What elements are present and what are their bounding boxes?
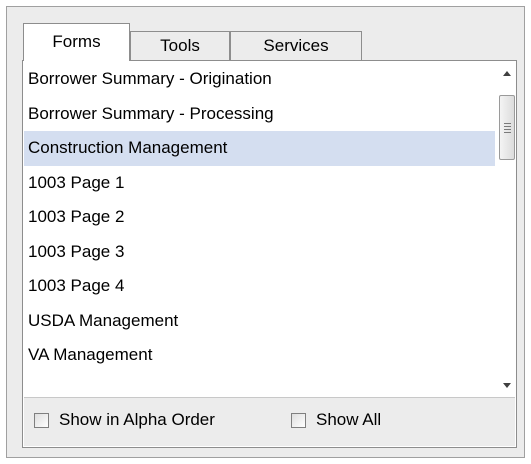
list-item[interactable]: 1003 Page 2: [24, 200, 495, 235]
grip-line: [504, 123, 511, 124]
forms-list: Borrower Summary - Origination Borrower …: [24, 62, 495, 396]
list-item[interactable]: 1003 Page 3: [24, 235, 495, 270]
scrollbar-thumb[interactable]: [499, 95, 515, 160]
show-all-option[interactable]: Show All: [291, 410, 381, 430]
show-alpha-order-checkbox[interactable]: [34, 412, 49, 428]
arrow-down-icon: [503, 382, 511, 388]
list-item[interactable]: 1003 Page 4: [24, 269, 495, 304]
scroll-up-button[interactable]: [499, 64, 515, 82]
list-item[interactable]: USDA Management: [24, 304, 495, 339]
list-item[interactable]: 1003 Page 1: [24, 166, 495, 201]
vertical-scrollbar[interactable]: [499, 62, 515, 396]
grip-line: [504, 129, 511, 130]
tab-forms[interactable]: Forms: [23, 23, 130, 61]
options-bar: Show in Alpha Order Show All: [24, 398, 515, 446]
list-item-selected[interactable]: Construction Management: [24, 131, 495, 166]
arrow-up-icon: [503, 70, 511, 76]
show-all-checkbox[interactable]: [291, 412, 306, 428]
show-all-label: Show All: [316, 410, 382, 429]
tab-content: Borrower Summary - Origination Borrower …: [22, 60, 517, 448]
list-item[interactable]: VA Management: [24, 338, 495, 373]
list-item[interactable]: Borrower Summary - Processing: [24, 97, 495, 132]
grip-line: [504, 132, 511, 133]
grip-line: [504, 126, 511, 127]
tab-tools[interactable]: Tools: [130, 31, 230, 60]
list-item[interactable]: Borrower Summary - Origination: [24, 62, 495, 97]
forms-panel: Forms Tools Services Borrower Summary - …: [6, 6, 525, 458]
scroll-down-button[interactable]: [499, 376, 515, 394]
show-alpha-order-option[interactable]: Show in Alpha Order: [34, 410, 215, 430]
tab-services[interactable]: Services: [230, 31, 362, 60]
show-alpha-order-label: Show in Alpha Order: [59, 410, 215, 429]
